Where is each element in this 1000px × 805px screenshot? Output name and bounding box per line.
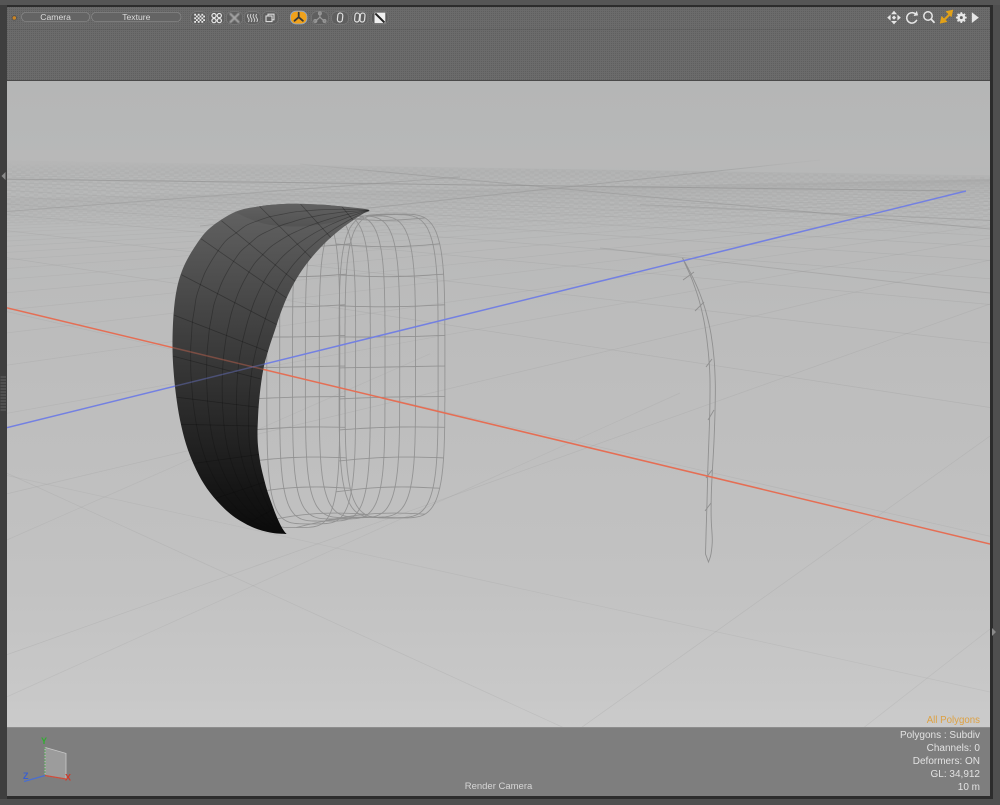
svg-text:Y: Y <box>41 736 47 746</box>
svg-text:Texture: Texture <box>122 12 150 22</box>
svg-text:Camera: Camera <box>40 12 71 22</box>
svg-text:Z: Z <box>23 771 29 781</box>
